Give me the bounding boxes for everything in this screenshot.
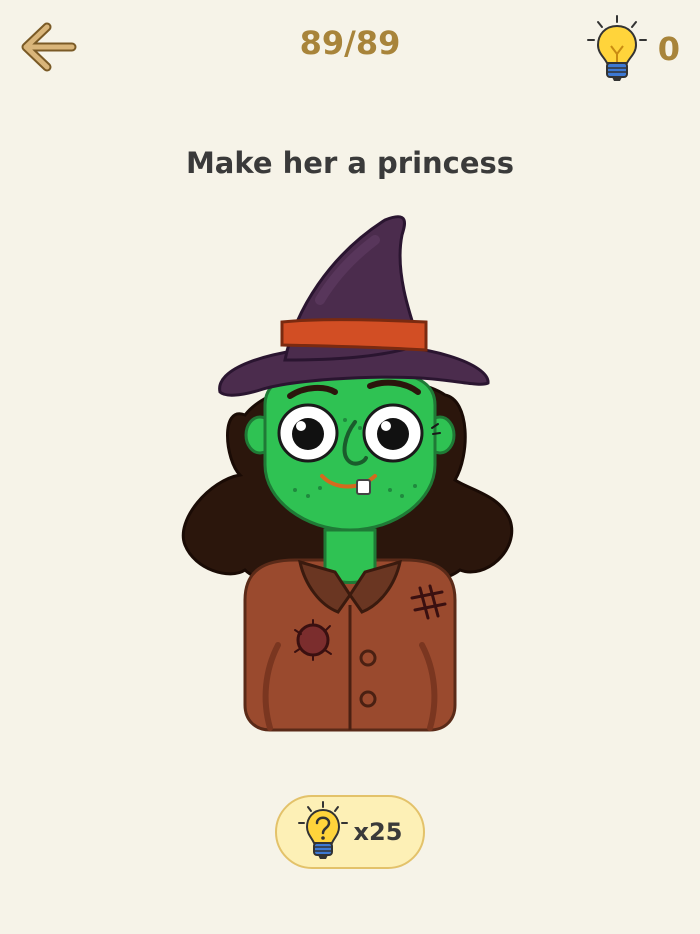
- hat-band: [280, 318, 428, 352]
- hint-counter[interactable]: 0: [586, 14, 680, 84]
- witch-character[interactable]: [170, 200, 530, 740]
- lightbulb-icon: [586, 15, 647, 81]
- lightbulb-question-icon: [297, 801, 348, 859]
- hint-count: 0: [657, 30, 680, 68]
- use-hint-button[interactable]: x25: [275, 795, 425, 869]
- level-instruction: Make her a princess: [185, 146, 515, 180]
- hint-cost-label: x25: [353, 818, 403, 846]
